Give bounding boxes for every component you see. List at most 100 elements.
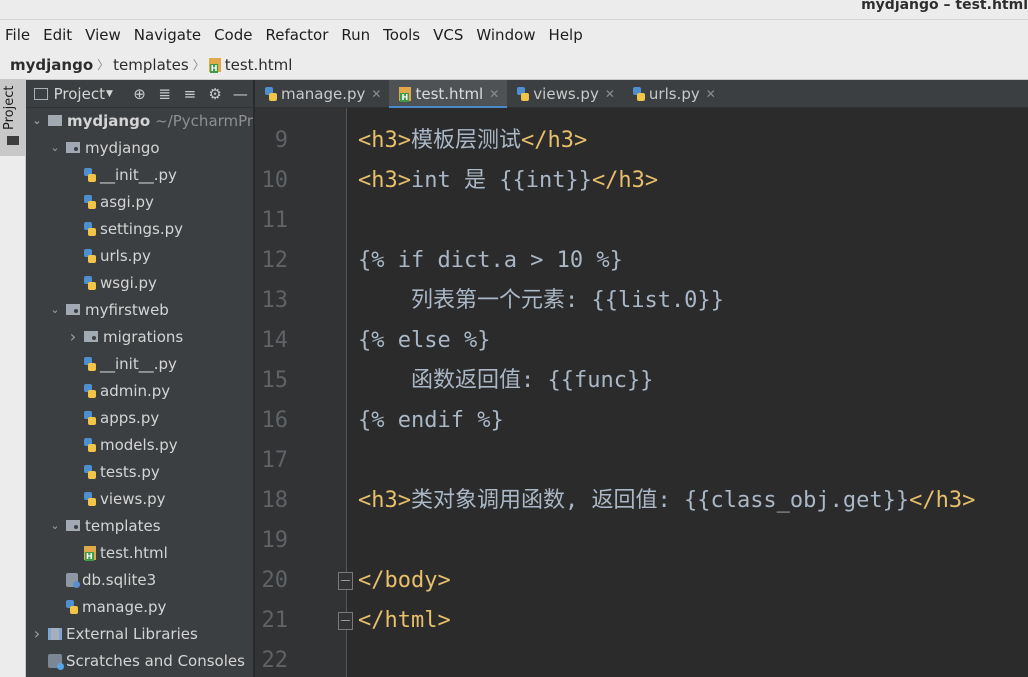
code-text: </body> — [358, 561, 451, 601]
expand-all-icon[interactable]: ≣ — [152, 85, 177, 103]
menu-code[interactable]: Code — [214, 26, 252, 44]
breadcrumb: mydjango 〉 templates 〉 test.html — [0, 50, 1028, 80]
fold-marker-icon[interactable] — [338, 612, 353, 630]
code-line[interactable]: 20 </body> — [255, 561, 1028, 601]
menu-window[interactable]: Window — [476, 26, 535, 44]
tree-item-label: asgi.py — [100, 192, 154, 211]
tree-item-db-sqlite3[interactable]: db.sqlite3 — [66, 566, 156, 593]
window-title: mydjango – test.html — [861, 0, 1028, 13]
menu-vcs[interactable]: VCS — [433, 26, 463, 44]
menu-edit[interactable]: Edit — [43, 26, 72, 44]
chevron-down-icon[interactable]: ⌄ — [48, 141, 62, 154]
tree-item--init-py[interactable]: __init__.py — [84, 350, 177, 377]
tree-item-views-py[interactable]: views.py — [84, 485, 166, 512]
tree-item-manage-py[interactable]: manage.py — [66, 593, 166, 620]
project-tool-window-tab[interactable]: Project — [0, 80, 26, 156]
tree-item-test-html[interactable]: test.html — [84, 539, 168, 566]
code-editor[interactable]: 9 <h3>模板层测试</h3> 10 <h3>int 是 {{int}}</h3> 1… — [255, 108, 1028, 677]
menu-file[interactable]: File — [5, 26, 30, 44]
html-tag: <h3> — [358, 168, 411, 193]
code-line[interactable]: 10 <h3>int 是 {{int}}</h3> — [255, 161, 1028, 201]
chevron-down-icon[interactable]: ⌄ — [48, 519, 62, 532]
project-panel: Project ▼ ⊕ ≣ ≡ ⚙ — ⌄ mydjango ~/PycharmPr… — [26, 80, 254, 677]
template-text: int 是 {{int}} — [410, 168, 592, 193]
code-line[interactable]: 15 函数返回值: {{func}} — [255, 361, 1028, 401]
collapse-all-icon[interactable]: ≡ — [177, 85, 202, 103]
gear-icon[interactable]: ⚙ — [203, 85, 228, 103]
tree-item-templates[interactable]: ⌄ templates — [48, 512, 160, 539]
project-view-selector[interactable]: Project — [54, 85, 105, 103]
python-file-icon — [84, 167, 96, 182]
tab-test-html[interactable]: test.html ✕ — [389, 80, 508, 109]
template-text: 模板层测试 — [410, 128, 521, 153]
code-line[interactable]: 12 {% if dict.a > 10 %} — [255, 241, 1028, 281]
project-view-icon — [34, 87, 48, 100]
tree-item-models-py[interactable]: models.py — [84, 431, 178, 458]
tab-urls-py[interactable]: urls.py ✕ — [623, 80, 724, 108]
fold-marker-icon[interactable] — [338, 572, 353, 590]
tree-item-migrations[interactable]: › migrations — [66, 323, 183, 350]
python-file-icon — [84, 464, 96, 479]
left-tool-strip: Project — [0, 80, 26, 677]
tree-item-myfirstweb[interactable]: ⌄ myfirstweb — [48, 296, 168, 323]
tree-item-asgi-py[interactable]: asgi.py — [84, 188, 154, 215]
line-number: 13 — [261, 288, 289, 313]
tab-views-py[interactable]: views.py ✕ — [507, 80, 623, 108]
tab-manage-py[interactable]: manage.py ✕ — [255, 80, 389, 108]
html-tag: </h3> — [591, 168, 659, 193]
tree-item-mydjango[interactable]: ⌄ mydjango~/PycharmProj — [30, 107, 253, 134]
tree-item--init-py[interactable]: __init__.py — [84, 161, 177, 188]
locate-file-icon[interactable]: ⊕ — [127, 85, 152, 103]
menu-refactor[interactable]: Refactor — [265, 26, 328, 44]
code-line[interactable]: 17 — [255, 441, 1028, 481]
tree-item-mydjango[interactable]: ⌄ mydjango — [48, 134, 159, 161]
code-line[interactable]: 11 — [255, 201, 1028, 241]
chevron-down-icon[interactable]: ▼ — [106, 89, 113, 99]
menu-tools[interactable]: Tools — [383, 26, 420, 44]
folder-icon — [66, 142, 80, 153]
tree-item-wsgi-py[interactable]: wsgi.py — [84, 269, 157, 296]
chevron-right-icon[interactable]: › — [30, 624, 44, 643]
tree-item-external-libraries[interactable]: › External Libraries — [30, 620, 198, 647]
tree-item-label: wsgi.py — [100, 273, 157, 292]
line-number: 14 — [261, 328, 289, 353]
breadcrumb-folder[interactable]: templates — [113, 56, 189, 74]
breadcrumb-project[interactable]: mydjango — [10, 56, 93, 74]
breadcrumb-file[interactable]: test.html — [225, 56, 293, 74]
tree-item-tests-py[interactable]: tests.py — [84, 458, 160, 485]
close-icon[interactable]: ✕ — [489, 87, 499, 101]
close-icon[interactable]: ✕ — [605, 87, 615, 101]
code-line[interactable]: 18 <h3>类对象调用函数, 返回值: {{class_obj.get}}</h… — [255, 481, 1028, 521]
code-line[interactable]: 14 {% else %} — [255, 321, 1028, 361]
chevron-right-icon[interactable]: › — [66, 327, 80, 346]
code-line[interactable]: 21 </html> — [255, 601, 1028, 641]
code-line[interactable]: 13 列表第一个元素: {{list.0}} — [255, 281, 1028, 321]
menu-help[interactable]: Help — [549, 26, 583, 44]
chevron-down-icon[interactable]: ⌄ — [30, 114, 44, 127]
database-file-icon — [66, 572, 80, 588]
close-icon[interactable]: ✕ — [706, 87, 716, 101]
code-line[interactable]: 9 <h3>模板层测试</h3> — [255, 121, 1028, 161]
tree-item-apps-py[interactable]: apps.py — [84, 404, 159, 431]
template-text: 列表第一个元素: {{list.0}} — [358, 288, 724, 313]
menu-run[interactable]: Run — [341, 26, 370, 44]
tree-item-urls-py[interactable]: urls.py — [84, 242, 151, 269]
tree-item-admin-py[interactable]: admin.py — [84, 377, 170, 404]
tree-item-settings-py[interactable]: settings.py — [84, 215, 183, 242]
chevron-down-icon[interactable]: ⌄ — [48, 303, 62, 316]
close-icon[interactable]: ✕ — [371, 87, 381, 101]
tab-label: urls.py — [648, 85, 700, 103]
menu-navigate[interactable]: Navigate — [134, 26, 201, 44]
folder-icon — [66, 520, 80, 531]
code-line[interactable]: 22 — [255, 641, 1028, 677]
tree-item-label: apps.py — [100, 408, 160, 427]
code-line[interactable]: 19 — [255, 521, 1028, 561]
tree-item-scratches-and-consoles[interactable]: Scratches and Consoles — [48, 647, 245, 674]
folder-icon — [84, 331, 98, 342]
menu-view[interactable]: View — [85, 26, 121, 44]
code-line[interactable]: 16 {% endif %} — [255, 401, 1028, 441]
html-tag: </h3> — [909, 488, 976, 513]
minimize-icon[interactable]: — — [228, 85, 253, 103]
python-file-icon — [84, 221, 96, 236]
tab-label: manage.py — [281, 85, 366, 103]
